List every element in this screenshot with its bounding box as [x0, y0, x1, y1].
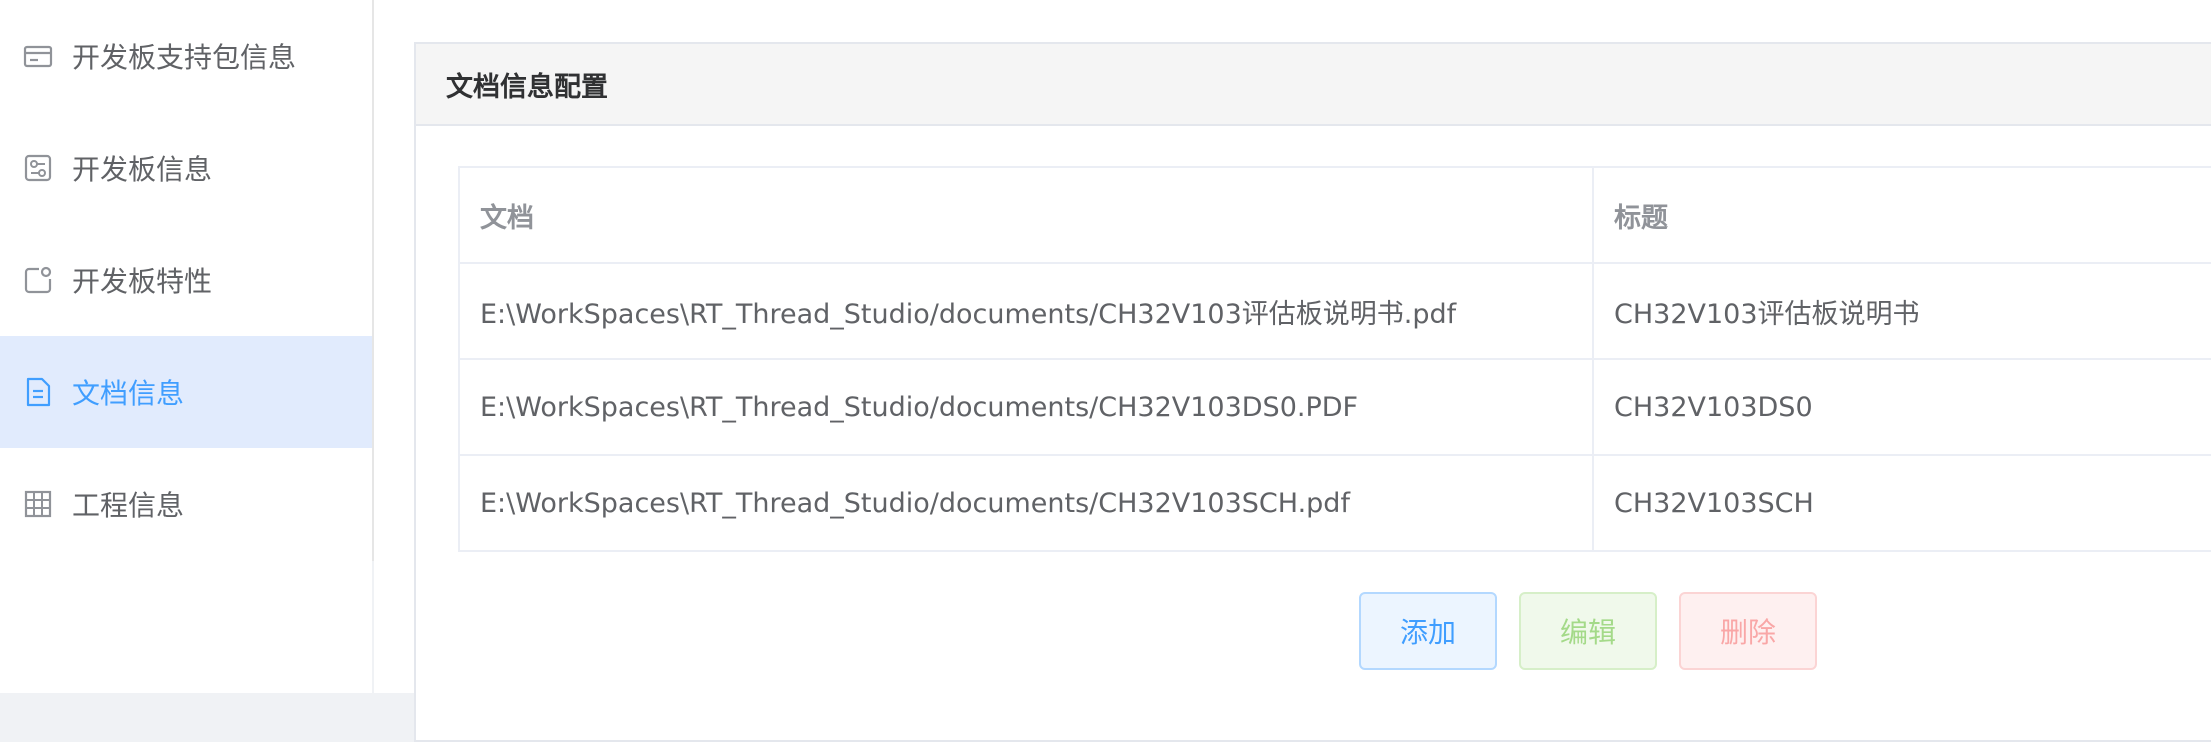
sidebar-item-label: 工程信息	[72, 489, 185, 522]
sidebar-item-label: 开发板信息	[72, 153, 213, 186]
document-table: 文档 标题 E:\WorkSpaces\RT_Thread_Studio/doc…	[458, 166, 2211, 552]
document-config-card: 文档信息配置 文档 标题 E:\WorkSpaces\RT_Thread_Stu…	[414, 42, 2211, 742]
sidebar-item-board-info[interactable]: 开发板信息	[0, 112, 372, 224]
table-row[interactable]: E:\WorkSpaces\RT_Thread_Studio/documents…	[458, 358, 2211, 456]
document-icon	[22, 376, 54, 408]
edit-button[interactable]: 编辑	[1519, 592, 1657, 670]
table-row[interactable]: E:\WorkSpaces\RT_Thread_Studio/documents…	[458, 262, 2211, 360]
grid-icon	[22, 488, 54, 520]
table-row[interactable]: E:\WorkSpaces\RT_Thread_Studio/documents…	[458, 454, 2211, 552]
card-icon	[22, 40, 54, 72]
sidebar-item-label: 开发板特性	[72, 265, 213, 298]
column-header-document: 文档	[458, 166, 1594, 264]
sidebar: 开发板支持包信息 开发板信息 开发板特性 文档信息 工程信息	[0, 0, 374, 561]
delete-button[interactable]: 删除	[1679, 592, 1817, 670]
sidebar-item-board-features[interactable]: 开发板特性	[0, 224, 372, 336]
sidebar-item-documents[interactable]: 文档信息	[0, 336, 372, 448]
column-header-title: 标题	[1592, 166, 2211, 264]
feature-icon	[22, 264, 54, 296]
table-header-row: 文档 标题	[458, 166, 2211, 264]
document-path-cell[interactable]: E:\WorkSpaces\RT_Thread_Studio/documents…	[458, 358, 1594, 456]
sidebar-item-project-info[interactable]: 工程信息	[0, 448, 372, 560]
add-button[interactable]: 添加	[1359, 592, 1497, 670]
document-title-cell[interactable]: CH32V103SCH	[1592, 454, 2211, 552]
sidebar-footer	[0, 561, 372, 693]
sidebar-item-bsp-info[interactable]: 开发板支持包信息	[0, 0, 372, 112]
sidebar-item-label: 文档信息	[72, 377, 185, 410]
board-settings-icon	[22, 152, 54, 184]
document-title-cell[interactable]: CH32V103DS0	[1592, 358, 2211, 456]
card-title: 文档信息配置	[416, 44, 2211, 126]
document-title-cell[interactable]: CH32V103评估板说明书	[1592, 262, 2211, 360]
document-path-cell[interactable]: E:\WorkSpaces\RT_Thread_Studio/documents…	[458, 262, 1594, 360]
document-path-cell[interactable]: E:\WorkSpaces\RT_Thread_Studio/documents…	[458, 454, 1594, 552]
sidebar-item-label: 开发板支持包信息	[72, 41, 297, 74]
